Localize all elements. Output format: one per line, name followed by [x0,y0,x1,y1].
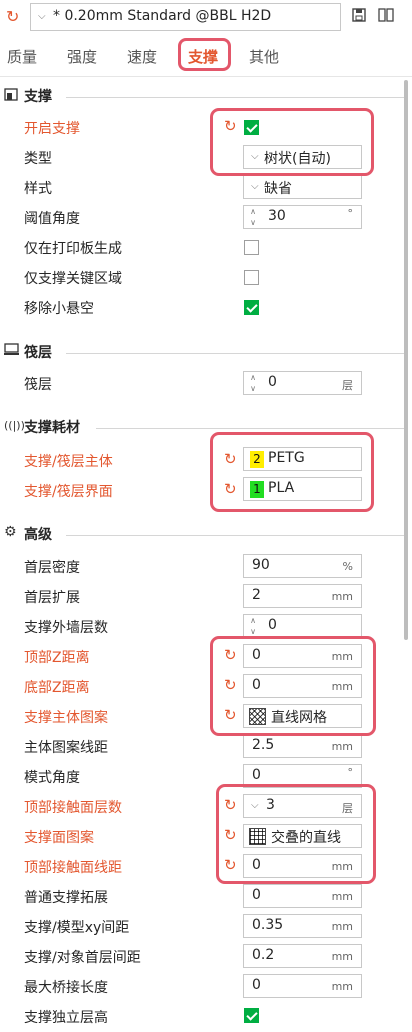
label-initial-expansion: 首层扩展 [24,590,80,606]
unit-layer: 层 [342,379,353,392]
label-support-base-filament: 支撑/筏层主体 [24,454,113,470]
label-top-interface-spacing: 顶部接触面线距 [24,860,122,876]
tab-speed[interactable]: 速度 [127,46,157,67]
scrollbar[interactable] [404,80,408,640]
base-spacing-input[interactable]: 2.5 mm [243,734,362,758]
raft-section-icon [4,343,19,360]
tab-others[interactable]: 其他 [249,46,279,67]
chevron-down-icon: ⌵ [38,11,46,22]
filament-section-icon: ((|)) [4,419,25,432]
spin-arrows-icon[interactable]: ∧ ∨ [248,615,258,637]
label-remove-small-overhang: 移除小悬空 [24,301,94,317]
gear-icon: ⚙ [4,524,17,540]
support-section-icon [4,87,19,106]
preset-dropdown[interactable]: ⌵ * 0.20mm Standard @BBL H2D [30,3,341,31]
unit-degree: ° [347,207,354,220]
tab-quality[interactable]: 质量 [7,46,37,67]
label-xy-distance: 支撑/模型xy间距 [24,920,130,936]
initial-density-input[interactable]: 90 % [243,554,362,578]
section-title-support: 支撑 [24,89,52,105]
compare-icon[interactable] [378,8,394,26]
label-top-interface-layers: 顶部接触面层数 [24,800,122,816]
highlight-box [210,636,376,736]
first-layer-gap-value: 0.2 [252,947,275,963]
label-pattern-angle: 模式角度 [24,770,80,786]
support-style-value: 缺省 [264,181,292,197]
label-support-interface-filament: 支撑/筏层界面 [24,484,113,500]
tab-strength[interactable]: 强度 [67,46,97,67]
normal-expansion-value: 0 [252,887,261,903]
spin-arrows-icon[interactable]: ∧ ∨ [248,206,258,228]
critical-only-checkbox[interactable] [244,270,259,285]
highlight-box [216,784,376,884]
initial-density-value: 90 [252,557,270,573]
independent-layer-height-checkbox[interactable] [244,1008,259,1023]
raft-layers-input[interactable]: ∧ ∨ 0 层 [243,371,362,395]
section-divider [96,428,404,429]
section-divider [66,97,404,98]
refresh-icon[interactable]: ↻ [6,7,19,26]
label-independent-layer-height: 支撑独立层高 [24,1010,108,1026]
max-bridge-length-value: 0 [252,977,261,993]
max-bridge-length-input[interactable]: 0 mm [243,974,362,998]
threshold-angle-value: 30 [268,208,286,224]
section-title-filament: 支撑耗材 [24,420,80,436]
base-spacing-value: 2.5 [252,737,275,753]
support-style-select[interactable]: ⌵ 缺省 [243,175,362,199]
label-normal-expansion: 普通支撑拓展 [24,890,108,906]
label-wall-loops: 支撑外墙层数 [24,620,108,636]
unit-mm: mm [331,590,353,603]
highlight-box [210,108,374,176]
section-divider [66,353,404,354]
label-base-pattern: 支撑主体图案 [24,710,108,726]
label-max-bridge-length: 最大桥接长度 [24,980,108,996]
pattern-angle-value: 0 [252,767,261,783]
label-interface-pattern: 支撑面图案 [24,830,94,846]
raft-layers-value: 0 [268,374,277,390]
wall-loops-input[interactable]: ∧ ∨ 0 [243,614,362,638]
buildplate-only-checkbox[interactable] [244,240,259,255]
section-title-advanced: 高级 [24,527,52,543]
unit-mm: mm [331,950,353,963]
spin-arrows-icon[interactable]: ∧ ∨ [248,372,258,394]
highlight-box [210,432,374,512]
first-layer-gap-input[interactable]: 0.2 mm [243,944,362,968]
preset-bar: ↻ ⌵ * 0.20mm Standard @BBL H2D [0,0,412,38]
unit-percent: % [342,560,353,573]
label-threshold-angle: 阈值角度 [24,211,80,227]
unit-mm: mm [331,740,353,753]
initial-expansion-input[interactable]: 2 mm [243,584,362,608]
label-raft-layers: 筏层 [24,377,52,393]
xy-distance-value: 0.35 [252,917,284,933]
chevron-down-icon: ⌵ [251,181,259,192]
label-bottom-z-distance: 底部Z距离 [24,680,90,696]
threshold-angle-input[interactable]: ∧ ∨ 30 ° [243,205,362,229]
wall-loops-value: 0 [268,617,277,633]
normal-expansion-input[interactable]: 0 mm [243,884,362,908]
label-buildplate-only: 仅在打印板生成 [24,241,122,257]
label-base-spacing: 主体图案线距 [24,740,108,756]
label-initial-density: 首层密度 [24,560,80,576]
label-top-z-distance: 顶部Z距离 [24,650,90,666]
unit-mm: mm [331,980,353,993]
label-support-style: 样式 [24,181,52,197]
initial-expansion-value: 2 [252,587,261,603]
tab-divider [0,76,412,77]
xy-distance-input[interactable]: 0.35 mm [243,914,362,938]
unit-mm: mm [331,920,353,933]
preset-name: * 0.20mm Standard @BBL H2D [53,8,272,24]
label-enable-support: 开启支撑 [24,121,80,137]
unit-degree: ° [347,766,354,779]
section-divider [66,535,404,536]
tab-highlight-box [178,38,231,71]
remove-small-overhang-checkbox[interactable] [244,300,259,315]
label-support-type: 类型 [24,151,52,167]
label-critical-only: 仅支撑关键区域 [24,271,122,287]
section-title-raft: 筏层 [24,345,52,361]
save-icon[interactable] [352,8,366,26]
unit-mm: mm [331,890,353,903]
label-first-layer-gap: 支撑/对象首层间距 [24,950,141,966]
